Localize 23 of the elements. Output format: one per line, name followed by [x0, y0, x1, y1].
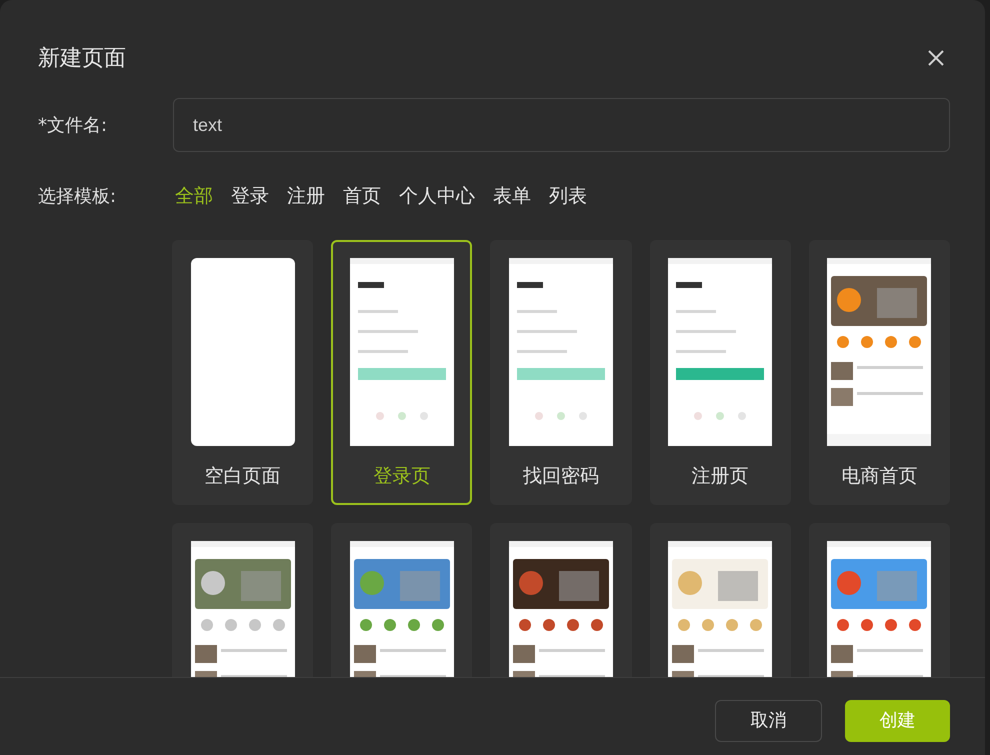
- template-card[interactable]: 空白页面: [172, 240, 314, 504]
- template-label: 空白页面: [204, 464, 281, 488]
- filter-tab[interactable]: 表单: [491, 182, 533, 210]
- close-icon[interactable]: [927, 49, 945, 67]
- template-label: 登录页: [373, 464, 430, 488]
- filter-tab[interactable]: 个人中心: [397, 182, 477, 210]
- filter-tab[interactable]: 登录: [229, 182, 271, 210]
- field-label: 选择模板:: [38, 184, 118, 209]
- template-label: 电商首页: [841, 464, 918, 488]
- template-card[interactable]: 找回密码: [490, 240, 632, 504]
- cancel-button[interactable]: 取消: [715, 700, 822, 742]
- file-name-field[interactable]: text: [173, 98, 950, 152]
- template-label: 找回密码: [522, 464, 599, 488]
- template-label: 注册页: [692, 464, 749, 488]
- dialog-title: 新建页面: [38, 44, 126, 72]
- template-card[interactable]: 注册页: [650, 240, 791, 504]
- template-card[interactable]: 电商首页: [808, 240, 950, 504]
- filter-tab[interactable]: 全部: [173, 182, 215, 210]
- filter-tab[interactable]: 首页: [341, 182, 383, 210]
- filter-tab[interactable]: 注册: [285, 182, 327, 210]
- template-card[interactable]: 登录页: [331, 240, 472, 504]
- field-label: *文件名:: [38, 114, 108, 138]
- filter-tab[interactable]: 列表: [547, 182, 589, 210]
